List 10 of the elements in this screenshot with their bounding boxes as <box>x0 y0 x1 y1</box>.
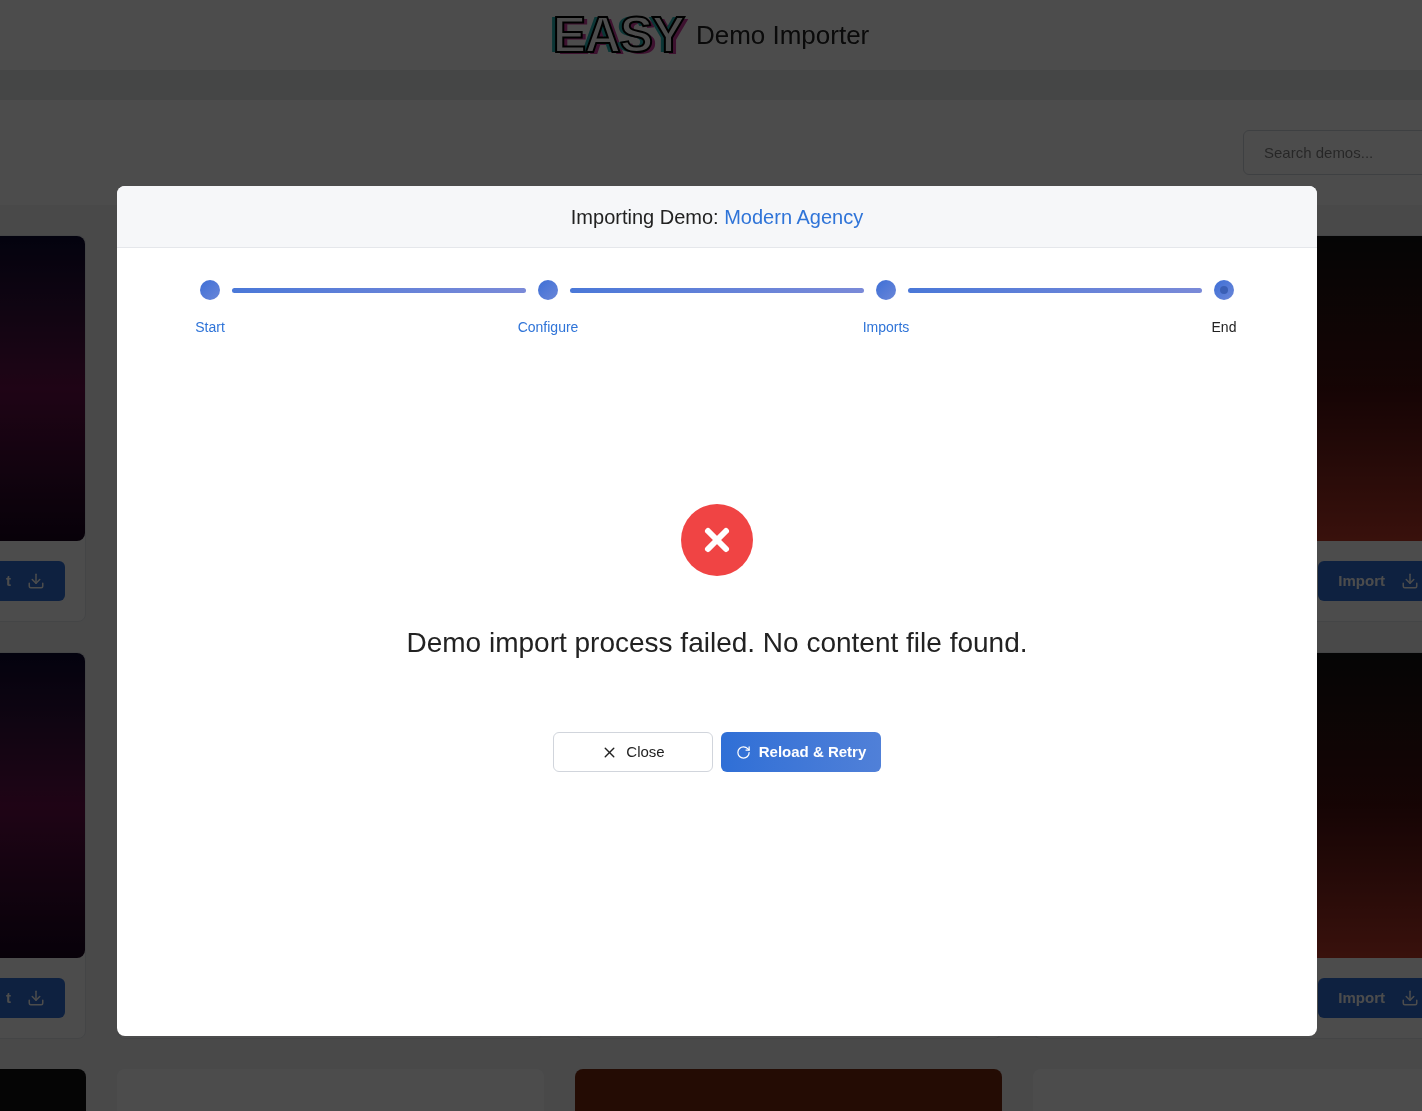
dialog-title: Importing Demo: Modern Agency <box>570 204 864 230</box>
step-label: End <box>1211 318 1237 337</box>
step-label: Start <box>195 318 225 337</box>
error-message: Demo import process failed. No content file found. <box>406 626 1028 660</box>
close-button[interactable]: Close <box>553 732 713 772</box>
reload-icon <box>735 744 751 760</box>
retry-button[interactable]: Reload & Retry <box>721 732 881 772</box>
step-label: Configure <box>517 318 579 337</box>
app-title: Demo Importer <box>695 18 870 52</box>
step-label: Imports <box>862 318 910 337</box>
